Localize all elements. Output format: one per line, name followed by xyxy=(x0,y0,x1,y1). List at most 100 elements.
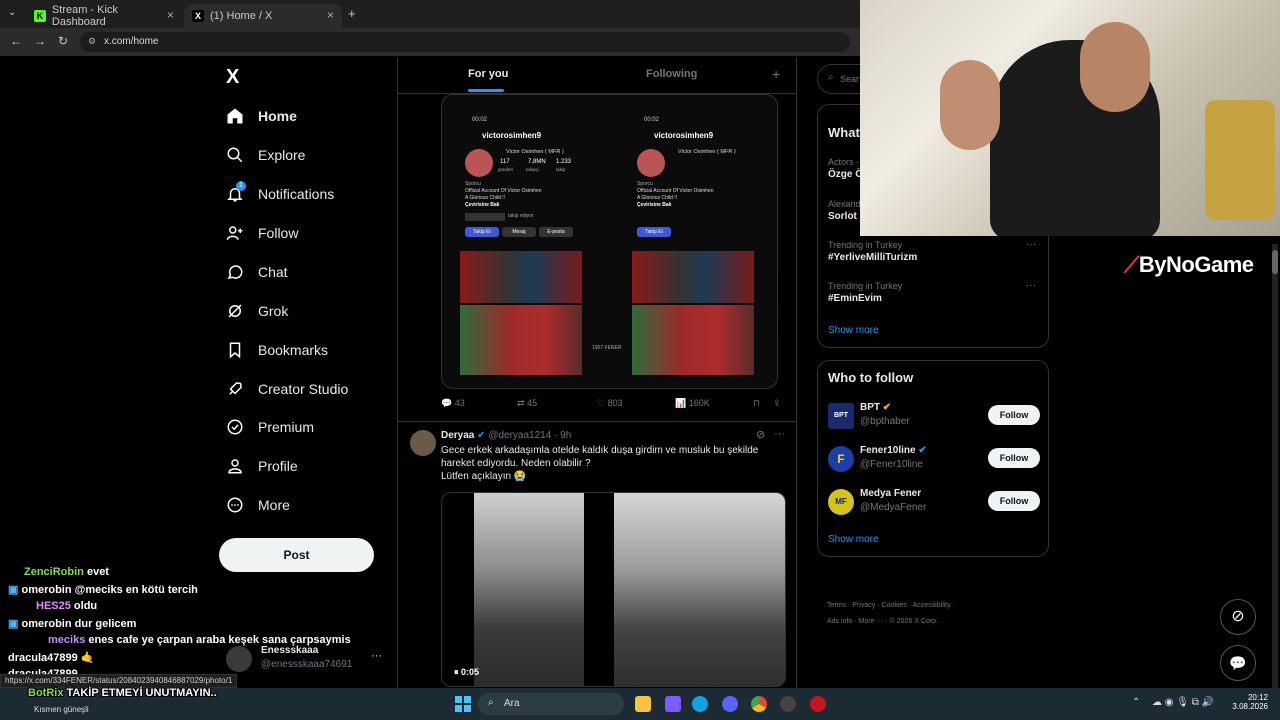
footer-link[interactable]: Terms xyxy=(827,602,846,609)
chrome-icon[interactable] xyxy=(751,696,767,712)
nav-profile[interactable]: Profile xyxy=(226,452,298,480)
show-more-link[interactable]: Show more xyxy=(828,534,879,545)
post-time[interactable]: · 9h xyxy=(554,430,571,441)
share-icon[interactable]: ⇪ xyxy=(773,398,781,409)
follow-button[interactable]: Follow xyxy=(988,491,1040,511)
new-tab-icon[interactable]: + xyxy=(348,6,356,21)
url-field[interactable]: ⚙ x.com/home xyxy=(80,32,850,52)
nav-premium[interactable]: Premium xyxy=(226,413,314,441)
nav-home[interactable]: Home xyxy=(226,102,297,130)
trend-item[interactable]: Trending in Turkey #EminEvim xyxy=(828,281,902,304)
x-logo-icon[interactable]: X xyxy=(226,66,239,89)
views-button[interactable]: 📊 160K xyxy=(675,398,710,409)
nav-bookmarks[interactable]: Bookmarks xyxy=(226,336,328,364)
nav-label: Premium xyxy=(258,419,315,435)
discord-icon[interactable] xyxy=(722,696,738,712)
scrollbar[interactable] xyxy=(1272,244,1278,688)
bio-line: Sporcu xyxy=(465,181,481,187)
back-icon[interactable]: ← xyxy=(10,34,22,48)
close-icon[interactable]: × xyxy=(167,8,174,22)
opera-icon[interactable] xyxy=(810,696,826,712)
post-media-image[interactable]: 00:02 victorosimhen9 Victor Osimhen ( MF… xyxy=(441,94,778,389)
ig-email-button: E-posta xyxy=(539,227,573,237)
app-icon[interactable] xyxy=(665,696,681,712)
footer-link[interactable]: Cookies xyxy=(881,602,906,609)
chat-user: dracula47899 xyxy=(8,652,78,664)
scrollbar-thumb[interactable] xyxy=(1272,250,1278,274)
author-name[interactable]: Deryaa xyxy=(441,430,474,441)
more-dots-icon[interactable]: ··· xyxy=(371,650,382,662)
clock-time: 20:12 xyxy=(1247,693,1268,702)
show-more-link[interactable]: Show more xyxy=(828,325,879,336)
post-button[interactable]: Post xyxy=(219,538,374,572)
follow-button[interactable]: Follow xyxy=(988,448,1040,468)
edge-icon[interactable] xyxy=(692,696,708,712)
follow-button[interactable]: Follow xyxy=(988,405,1040,425)
forward-icon[interactable]: → xyxy=(34,34,46,48)
avatar[interactable] xyxy=(410,430,436,456)
nav-explore[interactable]: Explore xyxy=(226,141,305,169)
tab-for-you[interactable]: For you xyxy=(468,68,508,80)
taskbar-search[interactable]: ⌕ Ara xyxy=(478,693,624,715)
chat-user: omerobin xyxy=(21,584,72,596)
reply-button[interactable]: 💬 43 xyxy=(441,398,465,409)
nav-grok[interactable]: Grok xyxy=(226,297,288,325)
add-tab-icon[interactable]: + xyxy=(772,66,780,82)
chat-message: ▣ omerobin dur gelicem xyxy=(8,617,136,630)
bookmark-button[interactable]: ⊓ xyxy=(753,398,760,409)
ig-avatar xyxy=(465,149,493,177)
pause-icon[interactable]: ⏸ xyxy=(454,667,459,677)
chat-floating-button[interactable]: 💬 xyxy=(1220,645,1256,681)
trend-item[interactable]: Actors · Özge Ö xyxy=(828,157,863,180)
footer-link[interactable]: More ··· xyxy=(859,618,884,625)
account-switcher[interactable]: Enessskaaa @enessskaaa74691 ··· xyxy=(226,644,386,674)
chat-message: HES25 oldu xyxy=(36,600,97,612)
more-dots-icon[interactable]: ··· xyxy=(774,428,785,440)
repost-button[interactable]: ⇄ 45 xyxy=(517,398,537,409)
close-icon[interactable]: × xyxy=(327,8,334,22)
trend-item[interactable]: Alexand Sorlot xyxy=(828,199,861,222)
grok-post-icon[interactable]: ⊘ xyxy=(756,428,765,441)
footer-link[interactable]: Accessibility xyxy=(913,602,951,609)
nav-follow[interactable]: Follow xyxy=(226,219,298,247)
chat-message: BotRix TAKİP ETMEYİ UNUTMAYIN.. xyxy=(28,687,217,699)
steam-icon[interactable] xyxy=(780,696,796,712)
suggestion-handle: @Fener10line xyxy=(860,459,923,470)
footer-link[interactable]: Ads info xyxy=(827,618,852,625)
windows-start-icon[interactable] xyxy=(455,696,471,712)
nav-notifications[interactable]: 1 Notifications xyxy=(226,180,334,208)
file-explorer-icon[interactable] xyxy=(635,696,651,712)
follow-suggestion[interactable]: MF Medya Fener @MedyaFener Follow xyxy=(818,487,1048,517)
reload-icon[interactable]: ↻ xyxy=(58,34,68,48)
site-info-icon[interactable]: ⚙ xyxy=(88,36,96,47)
active-tab-indicator xyxy=(468,89,504,92)
follow-suggestion[interactable]: BPT BPT ✔ @bpthaber Follow xyxy=(818,401,1048,431)
tab-menu-icon[interactable]: ⌄ xyxy=(8,7,16,18)
nav-more[interactable]: More xyxy=(226,491,290,519)
trend-item[interactable]: Trending in Turkey #YerliveMilliTurizm xyxy=(828,240,917,263)
nav-creator-studio[interactable]: Creator Studio xyxy=(226,375,348,403)
tray-icons[interactable]: ☁ ◉ 🎙 ⧉ 🔊 xyxy=(1152,697,1214,708)
ig-grid-row-1 xyxy=(632,251,754,303)
like-button[interactable]: ♡ 803 xyxy=(597,398,623,409)
nav-label: Chat xyxy=(258,264,288,280)
nav-chat[interactable]: Chat xyxy=(226,258,288,286)
clock[interactable]: 20:12 3.08.2026 xyxy=(1232,693,1268,711)
author-handle[interactable]: @deryaa1214 xyxy=(488,430,551,441)
more-dots-icon[interactable]: ··· xyxy=(1026,239,1036,250)
tab-following[interactable]: Following xyxy=(646,68,697,80)
tab-kick-dashboard[interactable]: K Stream - Kick Dashboard × xyxy=(26,4,182,28)
tray-chevron-icon[interactable]: ⌃ xyxy=(1132,697,1140,708)
rocket-icon xyxy=(226,380,244,398)
ig-stat-followers: 7,8MN xyxy=(528,159,546,165)
post-video[interactable]: ⏸ 0:05 xyxy=(441,492,786,687)
follow-suggestion[interactable]: F Fener10line ✔ @Fener10line Follow xyxy=(818,444,1048,474)
url-text: x.com/home xyxy=(104,36,159,47)
post-actions: 💬 43 ⇄ 45 ♡ 803 📊 160K ⊓ ⇪ xyxy=(441,398,781,414)
more-dots-icon[interactable]: ··· xyxy=(1026,280,1036,291)
footer-link[interactable]: Privacy xyxy=(852,602,875,609)
bio-line: Sporcu xyxy=(637,181,653,187)
grok-floating-button[interactable]: ⊘ xyxy=(1220,599,1256,635)
weather-text[interactable]: Kısmen güneşli xyxy=(34,705,89,714)
tab-x-home[interactable]: X (1) Home / X × xyxy=(184,4,342,28)
